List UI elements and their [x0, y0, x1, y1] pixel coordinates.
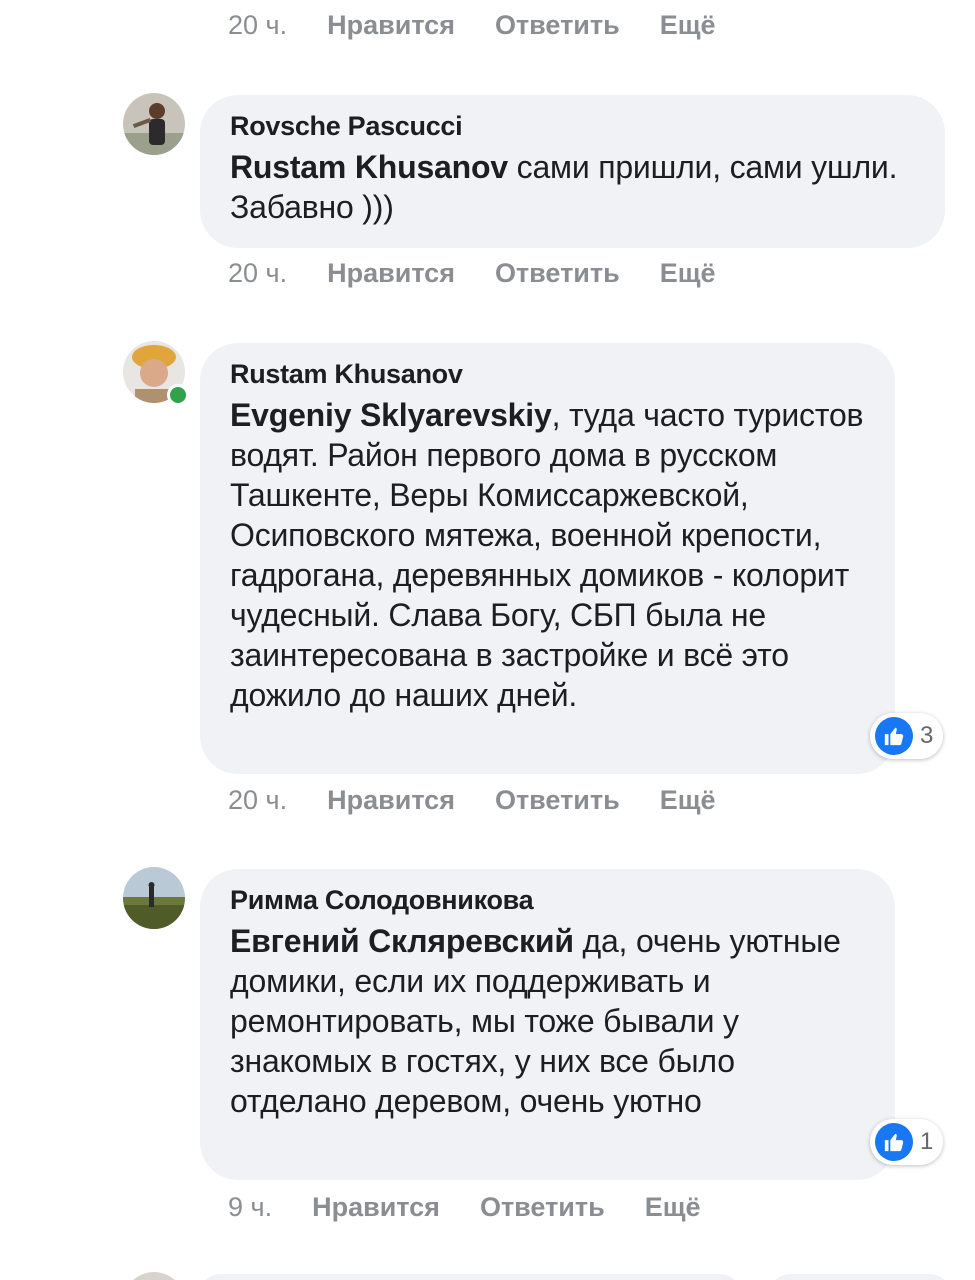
comment-actions: 9 ч. Нравится Ответить Ещё [228, 1192, 741, 1223]
reaction-summary[interactable]: 3 [870, 713, 944, 759]
more-button[interactable]: Ещё [660, 785, 716, 816]
comment-text: Evgeniy Sklyarevskiy, туда часто туристо… [230, 395, 865, 715]
comment-bubble: Rustam Khusanov Evgeniy Sklyarevskiy, ту… [200, 343, 895, 774]
comment-timestamp[interactable]: 20 ч. [228, 785, 287, 816]
comment-actions: 20 ч. Нравится Ответить Ещё [228, 785, 756, 816]
avatar[interactable] [123, 1272, 185, 1280]
reply-button[interactable]: Ответить [495, 10, 620, 41]
online-status-indicator [167, 384, 189, 406]
comment-text: Евгений Скляревский да, очень уютные дом… [230, 921, 865, 1121]
more-button[interactable]: Ещё [645, 1192, 701, 1223]
like-button[interactable]: Нравится [327, 785, 455, 816]
reaction-summary[interactable]: 1 [870, 1119, 944, 1165]
avatar[interactable] [123, 93, 185, 155]
mention-link[interactable]: Evgeniy Sklyarevskiy [230, 397, 552, 433]
user-photo-icon [123, 93, 185, 155]
comment-bubble: Rovsche Pascucci Rustam Khusanov сами пр… [200, 95, 945, 248]
reaction-count: 3 [920, 722, 934, 749]
user-photo-icon [123, 867, 185, 929]
like-button[interactable]: Нравится [327, 10, 455, 41]
comment-timestamp[interactable]: 9 ч. [228, 1192, 272, 1223]
reply-button[interactable]: Ответить [480, 1192, 605, 1223]
more-button[interactable]: Ещё [660, 258, 716, 289]
mention-link[interactable]: Евгений Скляревский [230, 923, 574, 959]
like-button[interactable]: Нравится [312, 1192, 440, 1223]
comment-actions: 20 ч. Нравится Ответить Ещё [228, 10, 756, 41]
comment-bubble: Римма Солодовникова Евгений Скляревский … [200, 869, 895, 1180]
reply-button[interactable]: Ответить [495, 258, 620, 289]
comment-timestamp[interactable]: 20 ч. [228, 10, 287, 41]
like-thumb-icon [875, 1123, 913, 1161]
reaction-count: 1 [920, 1128, 934, 1155]
comment-author[interactable]: Rovsche Pascucci [230, 109, 915, 143]
reply-button[interactable]: Ответить [495, 785, 620, 816]
like-button[interactable]: Нравится [327, 258, 455, 289]
comment-body: , туда часто туристов водят. Район перво… [230, 397, 864, 713]
comment-timestamp[interactable]: 20 ч. [228, 258, 287, 289]
comment-actions: 20 ч. Нравится Ответить Ещё [228, 258, 756, 289]
comments-thread: 20 ч. Нравится Ответить Ещё Rovsche Pasc… [0, 0, 975, 1280]
avatar[interactable] [123, 867, 185, 929]
like-thumb-icon [875, 717, 913, 755]
comment-text: Rustam Khusanov сами пришли, сами ушли. … [230, 147, 915, 227]
comment-author[interactable]: Римма Солодовникова [230, 883, 865, 917]
next-comment-bubble [200, 1274, 740, 1280]
more-button[interactable]: Ещё [660, 10, 716, 41]
mention-link[interactable]: Rustam Khusanov [230, 149, 508, 185]
next-comment-bubble [770, 1274, 950, 1280]
comment-author[interactable]: Rustam Khusanov [230, 357, 865, 391]
